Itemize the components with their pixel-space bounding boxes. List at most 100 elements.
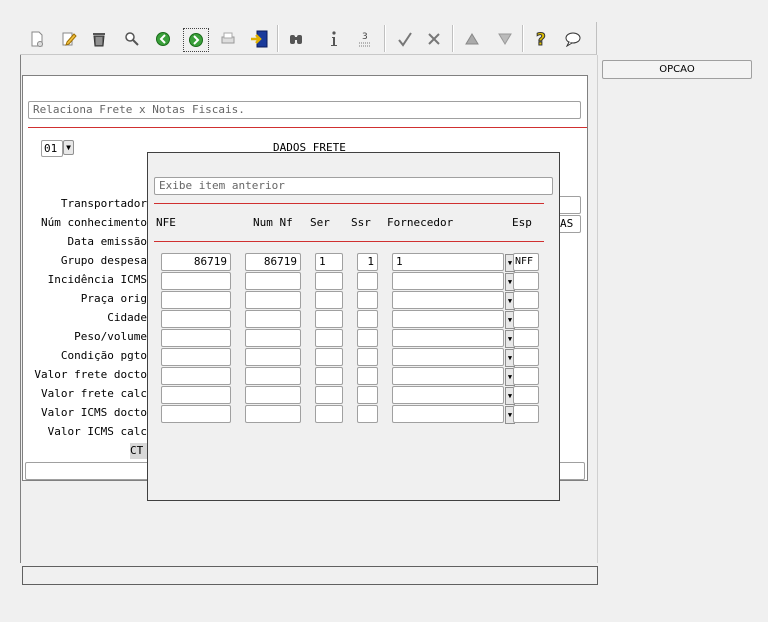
info-icon[interactable] [322,28,346,50]
esp-cell[interactable] [513,310,539,328]
exit-icon[interactable] [247,28,271,50]
previous-icon[interactable] [151,28,175,50]
fornecedor-cell[interactable]: 1 [392,253,504,271]
nfe-cell[interactable] [161,272,231,290]
ssr-cell[interactable] [357,291,378,309]
esp-cell[interactable] [513,367,539,385]
fornecedor-cell[interactable] [392,367,504,385]
transportador-field[interactable] [558,196,581,214]
esp-combo[interactable]: ▼ [505,367,539,386]
opcao-button[interactable]: OPCAO [602,60,752,79]
num-nf-cell[interactable] [245,310,301,328]
ssr-cell[interactable] [357,405,378,423]
dialog-separator-top [154,203,544,204]
col-header-ssr: Ssr [351,216,371,229]
new-icon[interactable] [25,28,49,50]
esp-combo[interactable]: ▼ [505,329,539,348]
ser-cell[interactable] [315,405,343,423]
hint-field[interactable]: Exibe item anterior [154,177,553,195]
comment-icon[interactable] [561,28,585,50]
label-grupo-despesa: Grupo despesa [60,254,147,267]
nfe-cell[interactable] [161,386,231,404]
num-nf-cell[interactable] [245,291,301,309]
company-code-field[interactable]: 01 [41,140,63,157]
esp-combo[interactable]: ▼ [505,405,539,424]
cancel-icon[interactable] [422,28,446,50]
ser-cell[interactable] [315,310,343,328]
search-icon[interactable] [120,28,144,50]
num-nf-cell[interactable] [245,405,301,423]
esp-cell[interactable] [513,386,539,404]
fornecedor-cell[interactable] [392,272,504,290]
ser-cell[interactable] [315,367,343,385]
num-conhecimento-field[interactable]: AS [558,215,581,233]
ser-cell[interactable] [315,386,343,404]
fornecedor-cell[interactable] [392,310,504,328]
delete-icon[interactable] [87,28,111,50]
down-icon[interactable] [493,28,517,50]
ssr-cell[interactable] [357,310,378,328]
ct-tab[interactable]: CT [130,443,147,459]
confirm-icon[interactable] [393,28,417,50]
num-nf-cell[interactable] [245,329,301,347]
up-icon[interactable] [460,28,484,50]
label-condicao-pgto: Condição pgto [60,349,147,362]
col-header-fornecedor: Fornecedor [387,216,454,229]
fornecedor-cell[interactable] [392,386,504,404]
fornecedor-cell[interactable] [392,348,504,366]
num-nf-cell[interactable] [245,386,301,404]
num-nf-cell[interactable]: 86719 [245,253,301,271]
esp-cell[interactable] [513,329,539,347]
ssr-cell[interactable]: 1 [357,253,378,271]
ssr-cell[interactable] [357,329,378,347]
description-field[interactable]: Relaciona Frete x Notas Fiscais. [28,101,581,119]
help-icon[interactable]: ? [530,28,554,50]
esp-cell[interactable] [513,348,539,366]
nfe-cell[interactable] [161,367,231,385]
label-valor-icms-calc: Valor ICMS calc [47,425,147,438]
label-num-conhecimento: Núm conhecimento [41,216,147,229]
ser-cell[interactable]: 1 [315,253,343,271]
fornecedor-cell[interactable] [392,291,504,309]
esp-combo[interactable]: ▼ [505,348,539,367]
company-code-dropdown-icon[interactable]: ▼ [63,140,74,155]
esp-cell[interactable] [513,291,539,309]
ssr-cell[interactable] [357,367,378,385]
esp-combo[interactable]: ▼ [505,310,539,329]
esp-cell[interactable] [513,272,539,290]
ser-cell[interactable] [315,291,343,309]
nfe-cell[interactable] [161,291,231,309]
dialog-separator-header [154,241,544,242]
edit-icon[interactable] [57,28,81,50]
num-nf-cell[interactable] [245,348,301,366]
col-header-ser: Ser [310,216,330,229]
esp-combo[interactable]: ▼ [505,291,539,310]
print-icon[interactable] [216,28,240,50]
nfe-cell[interactable] [161,405,231,423]
ser-cell[interactable] [315,329,343,347]
num-nf-cell[interactable] [245,367,301,385]
ser-cell[interactable] [315,348,343,366]
num-nf-cell[interactable] [245,272,301,290]
fornecedor-cell[interactable] [392,405,504,423]
esp-combo[interactable]: ▼ [505,386,539,405]
nfe-cell[interactable] [161,348,231,366]
ssr-cell[interactable] [357,386,378,404]
binoculars-icon[interactable] [284,28,308,50]
nfe-cell[interactable]: 86719 [161,253,231,271]
ssr-cell[interactable] [357,272,378,290]
esp-cell[interactable] [513,405,539,423]
esp-combo[interactable]: ▼ NFF [505,253,539,272]
nfe-cell[interactable] [161,310,231,328]
fornecedor-cell[interactable] [392,329,504,347]
svg-text:3: 3 [362,32,368,42]
next-icon[interactable] [183,28,209,52]
nfe-cell[interactable] [161,329,231,347]
esp-combo[interactable]: ▼ [505,272,539,291]
numbered-icon[interactable]: 3 [353,28,377,50]
label-valor-icms-docto: Valor ICMS docto [41,406,147,419]
ssr-cell[interactable] [357,348,378,366]
esp-cell[interactable]: NFF [513,253,539,271]
svg-text:?: ? [536,30,546,49]
ser-cell[interactable] [315,272,343,290]
